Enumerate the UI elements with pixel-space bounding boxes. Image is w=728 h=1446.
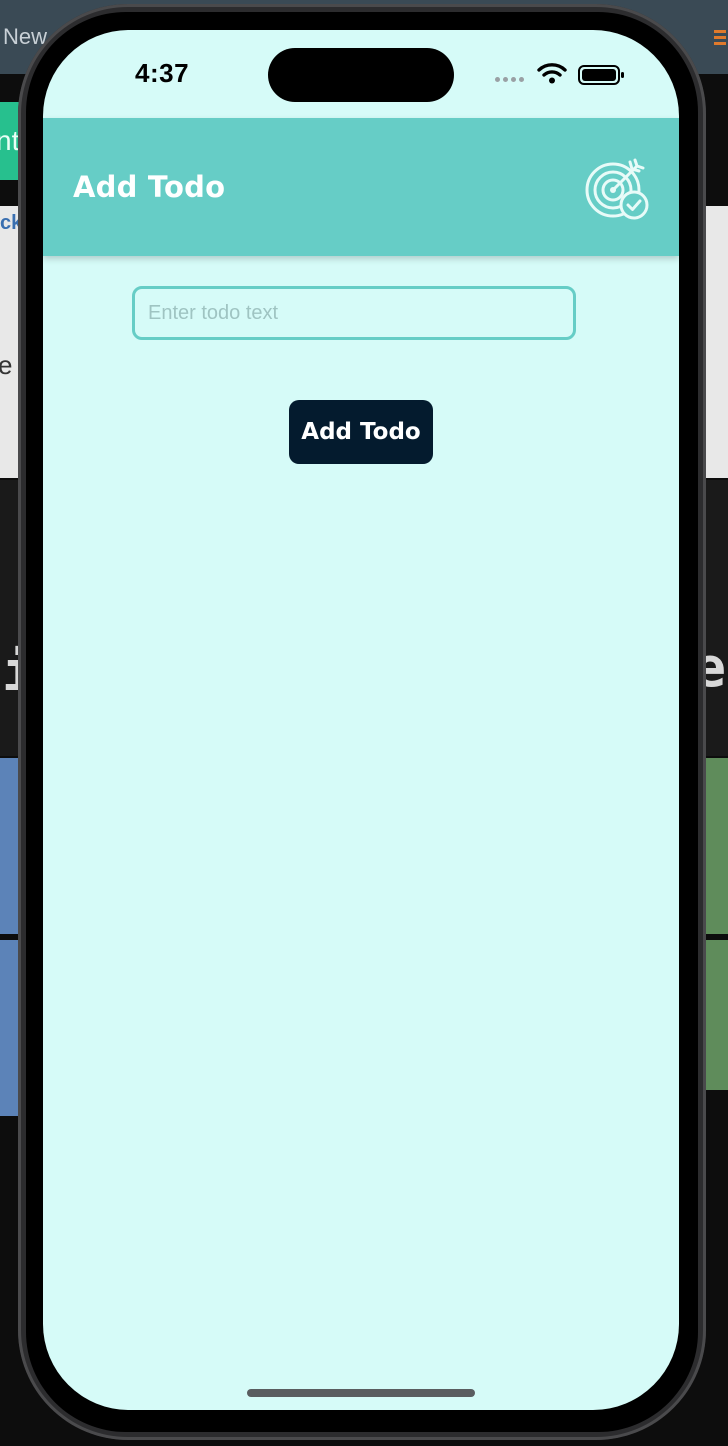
app-header: Add Todo — [43, 118, 679, 256]
stack-icon — [714, 30, 726, 45]
todo-text-input[interactable] — [132, 286, 576, 340]
home-indicator[interactable] — [247, 1389, 475, 1397]
dynamic-island — [268, 48, 454, 102]
signal-dots-icon — [495, 77, 524, 82]
phone-screen: 4:37 Add Todo Add Todo — [43, 30, 679, 1410]
background-panel-text: e — [0, 350, 13, 380]
battery-icon — [578, 65, 624, 85]
wifi-icon — [537, 63, 567, 84]
status-time: 4:37 — [135, 58, 190, 88]
page-title: Add Todo — [73, 170, 226, 204]
add-todo-button[interactable]: Add Todo — [289, 400, 433, 464]
target-check-icon — [585, 158, 649, 220]
